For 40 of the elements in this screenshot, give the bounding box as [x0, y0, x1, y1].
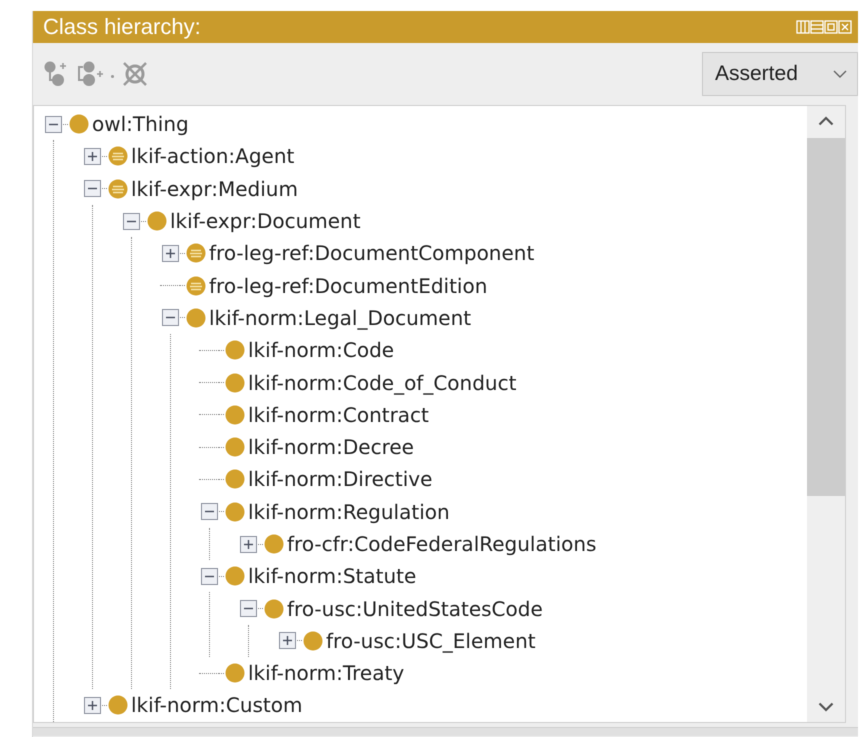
- tree-item[interactable]: owl:Thing: [92, 112, 189, 136]
- collapse-toggle[interactable]: [240, 600, 256, 618]
- collapse-toggle[interactable]: [44, 116, 62, 133]
- tree-item[interactable]: lkif-norm:Directive: [248, 467, 432, 492]
- tree-item[interactable]: lkif-expr:Document: [170, 209, 361, 234]
- tree-item[interactable]: lkif-norm:Code_of_Conduct: [248, 370, 516, 395]
- expand-toggle[interactable]: [84, 696, 100, 714]
- tree-item[interactable]: fro-cfr:CodeFederalRegulations: [287, 532, 596, 556]
- collapse-toggle[interactable]: [162, 309, 178, 326]
- collapse-toggle[interactable]: [200, 568, 218, 585]
- tree-item[interactable]: fro-leg-ref:DocumentComponent: [209, 241, 534, 266]
- tree-item[interactable]: lkif-action:Agent: [131, 144, 294, 168]
- collapse-toggle[interactable]: [122, 212, 140, 230]
- tree-item[interactable]: lkif-norm:Legal_Document: [209, 306, 472, 330]
- tree-item[interactable]: lkif-norm:Code: [248, 338, 394, 362]
- tree-item[interactable]: lkif-norm:Statute: [248, 564, 416, 588]
- panel-title: Class hierarchy:: [43, 14, 202, 40]
- expand-toggle[interactable]: [84, 148, 100, 165]
- view-controls-icon[interactable]: [796, 20, 852, 34]
- chevron-up-icon[interactable]: [818, 116, 834, 126]
- tree-item[interactable]: lkif-norm:Regulation: [248, 500, 450, 524]
- tree-item[interactable]: lkif-norm:Treaty: [248, 661, 404, 686]
- tree-item[interactable]: lkif-expr:Medium: [131, 176, 298, 201]
- expand-toggle[interactable]: [240, 536, 256, 552]
- tree-item[interactable]: lkif-norm:Decree: [248, 435, 414, 460]
- collapse-toggle[interactable]: [84, 180, 100, 198]
- scrollbar[interactable]: [807, 106, 845, 722]
- scrollbar-thumb[interactable]: [807, 138, 845, 496]
- tree-item[interactable]: lkif-norm:Contract: [248, 402, 429, 427]
- chevron-down-icon: [833, 70, 847, 78]
- tree-item[interactable]: lkif-norm:Custom: [131, 693, 302, 718]
- chevron-down-icon[interactable]: [818, 702, 834, 712]
- tree-item[interactable]: fro-leg-ref:DocumentEdition: [209, 274, 488, 298]
- tree-item[interactable]: fro-usc:USC_Element: [326, 628, 536, 653]
- collapse-toggle[interactable]: [200, 503, 218, 520]
- tree-item[interactable]: fro-usc:UnitedStatesCode: [287, 596, 543, 621]
- expand-toggle[interactable]: [278, 632, 296, 650]
- separator-dot-icon: [111, 74, 114, 78]
- expand-toggle[interactable]: [162, 244, 178, 262]
- view-dropdown[interactable]: Asserted: [702, 52, 858, 96]
